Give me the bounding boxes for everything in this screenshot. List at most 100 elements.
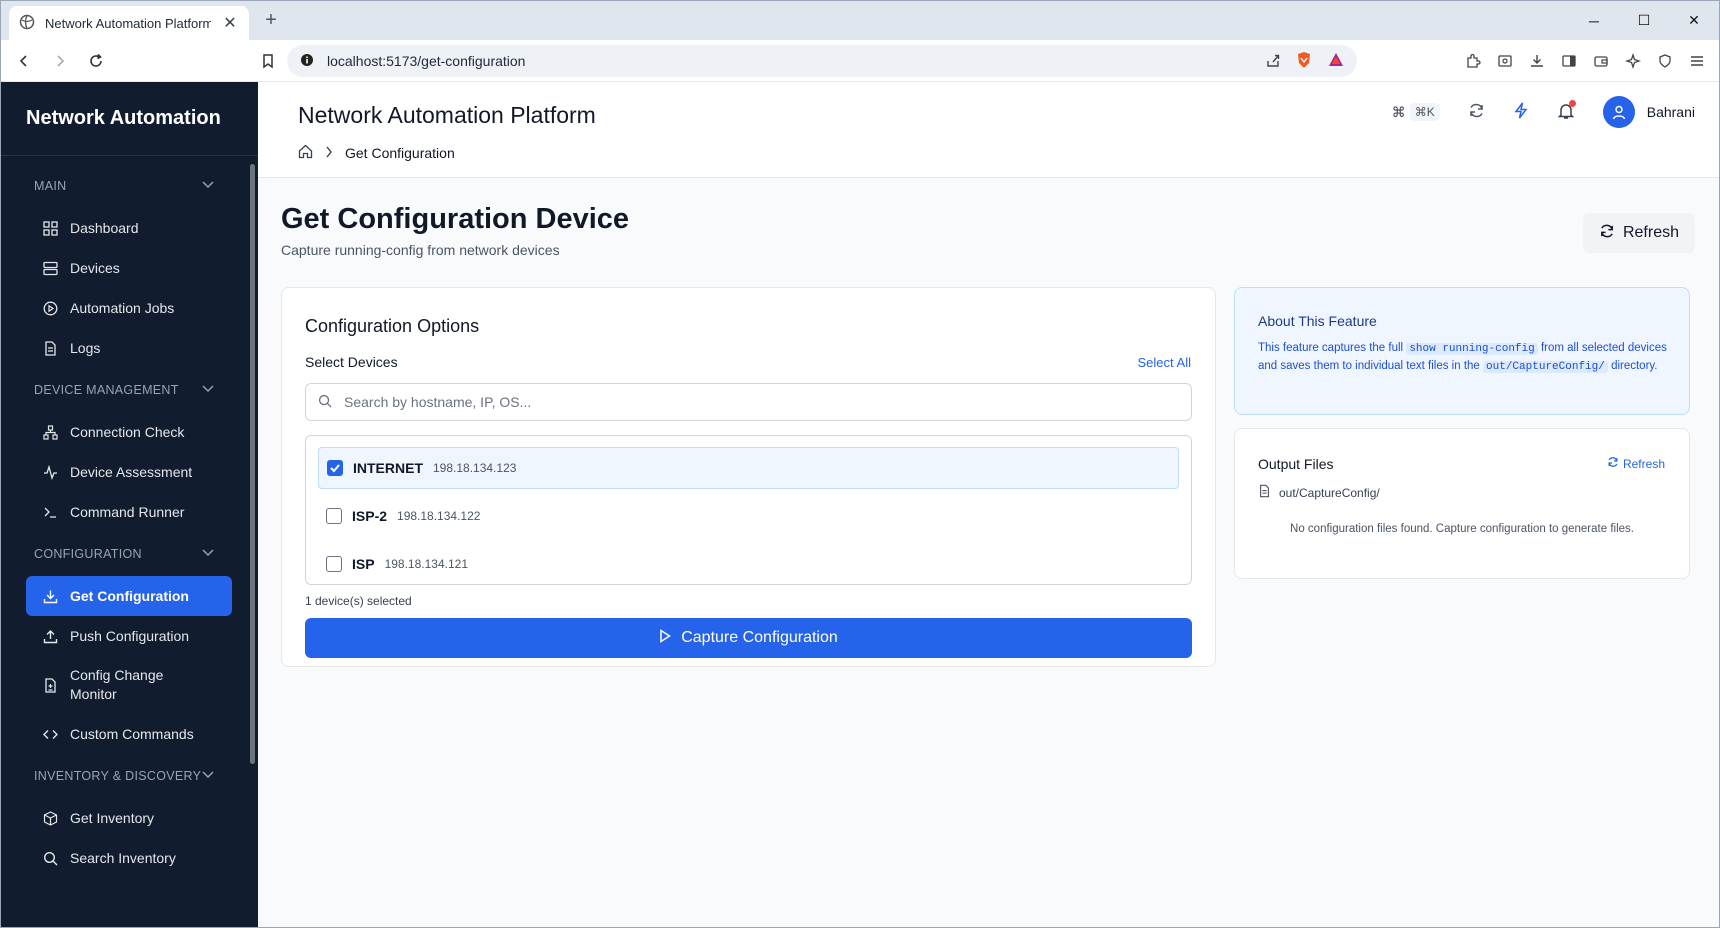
device-checkbox[interactable] [326, 556, 342, 572]
about-text-part: This feature captures the full [1258, 342, 1404, 354]
sidebar-item-label: Device Assessment [70, 464, 193, 480]
device-list: INTERNET 198.18.134.123 ISP-2 198.18.134… [305, 435, 1192, 585]
avatar [1602, 96, 1635, 128]
command-icon: ⌘ [1391, 103, 1406, 120]
capture-label: Capture Configuration [681, 629, 838, 646]
device-search-field[interactable] [305, 383, 1192, 421]
capture-configuration-button[interactable]: Capture Configuration [305, 618, 1192, 658]
sidebar-item-label: Search Inventory [70, 850, 176, 866]
section-device-management[interactable]: DEVICE MANAGEMENT [1, 368, 258, 412]
sidebar-item-get-inventory[interactable]: Get Inventory [26, 798, 232, 838]
home-icon[interactable] [298, 144, 313, 162]
bookmark-icon[interactable] [253, 46, 283, 76]
sync-icon[interactable] [1468, 102, 1485, 122]
section-title: DEVICE MANAGEMENT [34, 383, 179, 397]
tab-bar: Network Automation Platform ✕ + ─ ☐ ✕ [1, 1, 1719, 40]
configuration-options-card: Configuration Options Select Devices Sel… [281, 287, 1216, 667]
browser-tab[interactable]: Network Automation Platform ✕ [9, 6, 249, 40]
sidebar-item-command-runner[interactable]: Command Runner [26, 492, 232, 532]
bell-icon[interactable] [1557, 99, 1576, 123]
share-icon[interactable] [1265, 52, 1281, 71]
user-name: Bahrani [1646, 104, 1695, 120]
breadcrumb-current: Get Configuration [345, 145, 455, 161]
chevron-down-icon [202, 384, 214, 396]
sidebar-item-label: Connection Check [70, 424, 185, 440]
tab-close-icon[interactable]: ✕ [221, 13, 239, 33]
sidebar-item-logs[interactable]: Logs [26, 328, 232, 368]
code-snippet: show running-config [1406, 343, 1538, 355]
app-title: Network Automation Platform [298, 102, 596, 128]
device-row-isp[interactable]: ISP 198.18.134.121 [318, 543, 1179, 585]
card-title: Configuration Options [305, 316, 480, 336]
sidebar-item-label: Push Configuration [70, 628, 190, 644]
brave-shield-icon[interactable] [1295, 51, 1313, 72]
section-configuration[interactable]: CONFIGURATION [1, 532, 258, 576]
sidebar-item-get-configuration[interactable]: Get Configuration [26, 576, 232, 616]
reload-icon[interactable] [81, 46, 111, 76]
output-path-text: out/CaptureConfig/ [1279, 485, 1380, 500]
sidebar-item-devices[interactable]: Devices [26, 248, 232, 288]
sidebar-toggle-icon[interactable] [1555, 46, 1583, 76]
menu-icon[interactable] [1683, 46, 1711, 76]
sidebar-item-automation-jobs[interactable]: Automation Jobs [26, 288, 232, 328]
page-search-icon[interactable] [1491, 46, 1519, 76]
chevron-down-icon [202, 770, 214, 782]
leo-ai-icon[interactable] [1619, 46, 1647, 76]
network-icon [42, 424, 58, 440]
brave-rewards-icon[interactable] [1327, 51, 1345, 72]
chevron-down-icon [202, 180, 214, 192]
sidebar-item-label: Command Runner [70, 504, 185, 520]
sidebar-scrollbar[interactable] [250, 164, 255, 764]
download-toolbar-icon[interactable] [1523, 46, 1551, 76]
extensions-area [1459, 45, 1711, 77]
top-header: Network Automation Platform Get Configur… [258, 82, 1719, 178]
back-icon[interactable] [9, 46, 39, 76]
select-all-link[interactable]: Select All [1138, 355, 1191, 370]
sidebar-item-device-assessment[interactable]: Device Assessment [26, 452, 232, 492]
sidebar-item-label: Logs [70, 340, 101, 356]
device-row-internet[interactable]: INTERNET 198.18.134.123 [318, 447, 1179, 489]
sidebar-item-label: Devices [70, 260, 120, 276]
user-menu[interactable]: Bahrani [1602, 96, 1695, 128]
new-tab-icon[interactable]: + [259, 9, 283, 32]
section-main[interactable]: MAIN [1, 164, 258, 208]
about-text: This feature captures the full show runn… [1258, 340, 1668, 376]
device-name: ISP-2 [352, 508, 388, 524]
globe-icon [19, 14, 35, 33]
sidebar-item-push-configuration[interactable]: Push Configuration [26, 616, 232, 656]
page-header: Get Configuration Device Capture running… [281, 203, 629, 258]
search-input[interactable] [344, 394, 1144, 410]
sidebar-item-dashboard[interactable]: Dashboard [26, 208, 232, 248]
sidebar-item-connection-check[interactable]: Connection Check [26, 412, 232, 452]
vpn-shield-icon[interactable] [1651, 46, 1679, 76]
sidebar-item-config-change-monitor[interactable]: Config Change Monitor [26, 656, 232, 714]
device-checkbox[interactable] [326, 508, 342, 524]
sidebar-item-custom-commands[interactable]: Custom Commands [26, 714, 232, 754]
sidebar-item-label: Get Inventory [70, 810, 155, 826]
close-window-icon[interactable]: ✕ [1669, 1, 1719, 40]
output-refresh-label: Refresh [1622, 456, 1665, 471]
sidebar-nav: MAIN Dashboard Devices Automation Jobs L… [1, 156, 258, 878]
sidebar-item-search-inventory[interactable]: Search Inventory [26, 838, 232, 878]
code-snippet: out/CaptureConfig/ [1483, 361, 1608, 373]
forward-icon[interactable] [45, 46, 75, 76]
refresh-button[interactable]: Refresh [1582, 213, 1695, 253]
code-icon [42, 726, 58, 742]
device-row-isp-2[interactable]: ISP-2 198.18.134.122 [318, 495, 1179, 537]
extensions-icon[interactable] [1459, 46, 1487, 76]
output-refresh-button[interactable]: Refresh [1607, 456, 1665, 471]
wallet-icon[interactable] [1587, 46, 1615, 76]
browser-window: Network Automation Platform ✕ + ─ ☐ ✕ lo… [0, 0, 1720, 928]
site-info-icon[interactable] [299, 52, 315, 71]
sidebar: Network Automation MAIN Dashboard Device… [1, 82, 258, 927]
search-icon [318, 394, 332, 411]
maximize-icon[interactable]: ☐ [1619, 1, 1669, 40]
about-feature-card: About This Feature This feature captures… [1234, 287, 1690, 415]
section-inventory-discovery[interactable]: INVENTORY & DISCOVERY [1, 754, 258, 798]
sidebar-item-label: Custom Commands [70, 726, 194, 742]
command-palette-button[interactable]: ⌘ ⌘K [1392, 103, 1440, 121]
lightning-icon[interactable] [1513, 102, 1529, 122]
device-checkbox[interactable] [327, 460, 343, 476]
address-bar[interactable]: localhost:5173/get-configuration [287, 45, 1357, 77]
minimize-icon[interactable]: ─ [1569, 1, 1619, 40]
